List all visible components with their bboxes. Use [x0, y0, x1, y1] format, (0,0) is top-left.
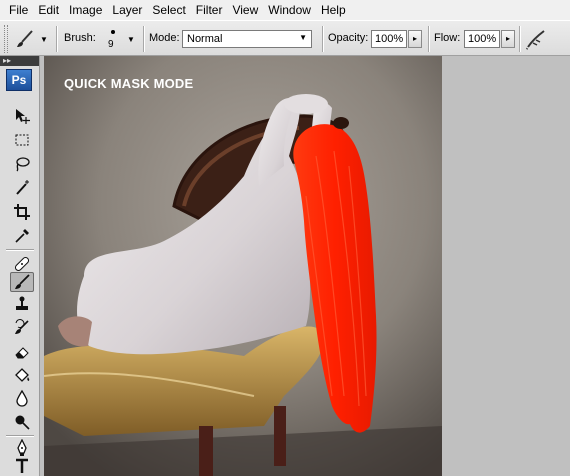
menu-layer[interactable]: Layer — [107, 0, 147, 20]
menu-edit[interactable]: Edit — [33, 0, 64, 20]
tool-type[interactable] — [10, 456, 34, 476]
mode-value: Normal — [187, 33, 223, 45]
tool-preset-picker[interactable]: ▼ — [14, 26, 50, 52]
options-grip[interactable] — [4, 25, 8, 53]
pen-icon — [17, 439, 27, 456]
chevron-down-icon: ▼ — [40, 34, 48, 44]
toolbox: ▸▸ Ps — [0, 56, 40, 476]
menu-select[interactable]: Select — [147, 0, 190, 20]
move-icon — [16, 109, 30, 124]
tool-lasso[interactable] — [10, 154, 34, 174]
tool-eraser[interactable] — [10, 342, 34, 362]
tool-dodge[interactable] — [10, 412, 34, 432]
brush-tip-icon — [111, 30, 115, 34]
marquee-icon — [15, 134, 29, 146]
brush-label: Brush: — [64, 32, 96, 44]
tool-paint-bucket[interactable] — [10, 366, 34, 386]
eraser-icon — [15, 347, 29, 359]
history-brush-icon — [15, 319, 29, 334]
tool-blur[interactable] — [10, 388, 34, 408]
tool-pen[interactable] — [10, 438, 34, 458]
magic-wand-icon — [16, 180, 29, 195]
tool-clone-stamp[interactable] — [10, 294, 34, 314]
menu-help[interactable]: Help — [316, 0, 351, 20]
brush-size: 9 — [108, 39, 114, 50]
chair-leg — [199, 426, 213, 476]
dodge-icon — [15, 415, 30, 430]
chair-leg — [274, 406, 286, 466]
separator — [143, 26, 145, 52]
chevron-down-icon: ▼ — [127, 35, 135, 44]
ps-logo[interactable]: Ps — [6, 69, 32, 91]
opacity-field[interactable]: 100% — [371, 30, 407, 48]
menu-image[interactable]: Image — [64, 0, 107, 20]
mode-label: Mode: — [149, 32, 180, 44]
tool-brush[interactable] — [10, 272, 34, 292]
mode-select[interactable]: Normal ▼ — [182, 30, 312, 48]
separator — [322, 26, 324, 52]
blur-icon — [16, 389, 28, 407]
separator — [428, 26, 430, 52]
menu-file[interactable]: File — [4, 0, 33, 20]
menu-filter[interactable]: Filter — [191, 0, 228, 20]
tool-marquee[interactable] — [10, 130, 34, 150]
tool-magic-wand[interactable] — [10, 178, 34, 198]
crop-icon — [14, 204, 30, 220]
toolbox-divider — [6, 435, 34, 437]
opacity-label: Opacity: — [328, 32, 369, 44]
options-bar: ▼ Brush: 9 ▼ Mode: Normal ▼ Opacity: 100… — [0, 20, 570, 56]
airbrush-icon[interactable] — [524, 27, 550, 51]
canvas-image — [44, 56, 442, 476]
paint-bucket-icon — [15, 368, 30, 382]
tool-healing-brush[interactable] — [10, 254, 34, 274]
brush-icon — [17, 30, 33, 47]
toolbox-header[interactable]: ▸▸ — [0, 56, 39, 66]
document-canvas[interactable]: QUICK MASK MODE — [44, 56, 442, 476]
quick-mask-label: QUICK MASK MODE — [64, 76, 194, 91]
tool-crop[interactable] — [10, 202, 34, 222]
flow-label: Flow: — [434, 32, 461, 44]
type-icon — [16, 458, 28, 473]
brush-picker[interactable]: 9 ▼ — [103, 25, 143, 53]
clone-stamp-icon — [16, 296, 28, 310]
tool-move[interactable] — [10, 106, 34, 126]
opacity-slider-button[interactable]: ▸ — [408, 30, 422, 48]
menu-window[interactable]: Window — [263, 0, 316, 20]
flow-slider-button[interactable]: ▸ — [501, 30, 515, 48]
brush-icon — [15, 274, 30, 289]
flow-field[interactable]: 100% — [464, 30, 500, 48]
lasso-icon — [16, 157, 30, 172]
menu-bar: File Edit Image Layer Select Filter View… — [0, 0, 570, 20]
eyedropper-icon — [15, 229, 29, 243]
tool-eyedropper[interactable] — [10, 226, 34, 246]
menu-view[interactable]: View — [227, 0, 263, 20]
chevron-down-icon: ▼ — [299, 33, 307, 42]
toolbox-divider — [6, 249, 34, 251]
separator — [519, 26, 521, 52]
separator — [56, 26, 58, 52]
healing-brush-icon — [14, 256, 30, 272]
tool-history-brush[interactable] — [10, 318, 34, 338]
